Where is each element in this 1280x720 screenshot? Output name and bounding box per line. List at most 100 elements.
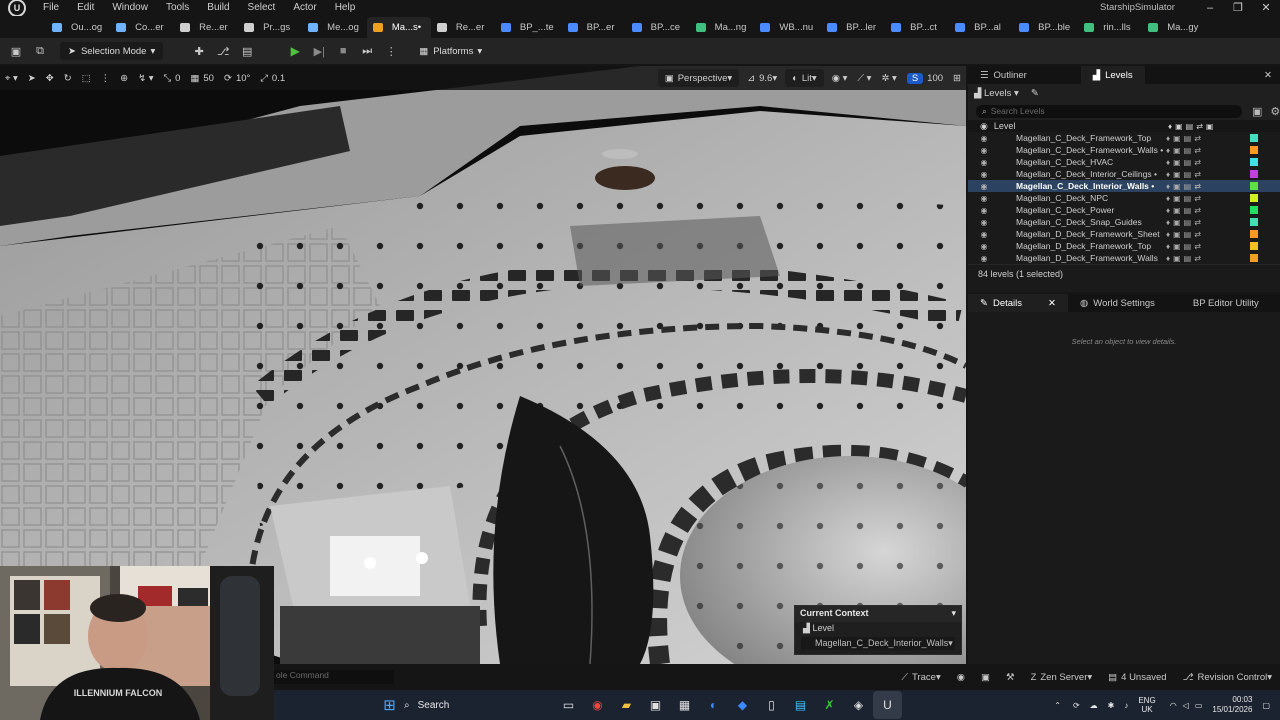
- asset-tab[interactable]: Re...er: [431, 17, 495, 38]
- level-color-swatch[interactable]: [1250, 230, 1258, 238]
- sync-icon[interactable]: ⟳: [1073, 701, 1080, 710]
- asset-tab[interactable]: BP...ce: [626, 17, 690, 38]
- asset-tab[interactable]: BP...ble: [1013, 17, 1078, 38]
- folder-icon[interactable]: ▣: [1252, 105, 1262, 118]
- cinematics-icon[interactable]: ▤: [235, 41, 259, 61]
- levels-search-input[interactable]: ⌕ Search Levels: [976, 104, 1242, 118]
- tray-chevron-icon[interactable]: ⌃: [1054, 701, 1061, 710]
- menu-window[interactable]: Window: [103, 0, 157, 16]
- tools-icon[interactable]: ⚒: [998, 672, 1023, 683]
- step-icon[interactable]: ▶|: [307, 41, 331, 61]
- level-color-swatch[interactable]: [1250, 254, 1258, 262]
- menu-actor[interactable]: Actor: [284, 0, 325, 16]
- settings-icon[interactable]: ✲ ▾: [876, 69, 901, 87]
- asset-tab[interactable]: Ma...ng: [690, 17, 755, 38]
- visibility-eye-icon[interactable]: ◉: [976, 146, 992, 155]
- notepad-icon[interactable]: ▯: [757, 691, 786, 719]
- zen-server-button[interactable]: Z Zen Server ▾: [1023, 672, 1101, 683]
- menu-select[interactable]: Select: [239, 0, 285, 16]
- asset-tab[interactable]: BP...al: [949, 17, 1013, 38]
- level-row[interactable]: ◉ Magellan_C_Deck_Power ♦▣▤⇄: [968, 204, 1280, 216]
- select-tool-icon[interactable]: ➤: [23, 69, 41, 87]
- show-flags-icon[interactable]: ◉ ▾: [827, 69, 853, 87]
- volume-icon[interactable]: ◁: [1183, 701, 1189, 710]
- world-local-icon[interactable]: ⊕: [115, 69, 133, 87]
- performance-icon[interactable]: ⟋ ▾: [852, 69, 876, 87]
- surface-snap-icon[interactable]: ↯ ▾: [133, 69, 158, 87]
- unsaved-button[interactable]: ▤ 4 Unsaved: [1100, 672, 1174, 683]
- asset-tab[interactable]: BP...ct: [885, 17, 949, 38]
- asset-tab[interactable]: rin...lls: [1078, 17, 1142, 38]
- minimize-icon[interactable]: –: [1196, 0, 1224, 16]
- asset-tab[interactable]: Ou...og: [46, 17, 110, 38]
- console-command-input[interactable]: ole Command: [274, 670, 394, 684]
- level-row[interactable]: ◉ Magellan_C_Deck_Interior_Walls • ♦▣▤⇄: [968, 180, 1280, 192]
- visibility-eye-icon[interactable]: ◉: [976, 134, 992, 143]
- platforms-button[interactable]: ▦ Platforms ▾: [411, 42, 490, 60]
- level-row-icons[interactable]: ♦▣▤⇄: [1166, 134, 1204, 143]
- git-icon[interactable]: ✗: [815, 691, 844, 719]
- level-color-swatch[interactable]: [1250, 182, 1258, 190]
- tab-levels[interactable]: ▟ Levels: [1080, 66, 1145, 84]
- menu-help[interactable]: Help: [326, 0, 365, 16]
- level-row-icons[interactable]: ♦▣▤⇄: [1166, 218, 1204, 227]
- level-row[interactable]: ◉ Magellan_D_Deck_Framework_Top ♦▣▤⇄: [968, 240, 1280, 252]
- unreal-logo-icon[interactable]: U: [8, 0, 26, 17]
- level-row-icons[interactable]: ♦▣▤⇄: [1166, 254, 1204, 263]
- translate-tool-icon[interactable]: ✥: [41, 69, 59, 87]
- asset-tab[interactable]: Re...er: [174, 17, 238, 38]
- restore-icon[interactable]: ❐: [1224, 0, 1252, 16]
- taskbar-search[interactable]: ⌕ Search: [404, 694, 552, 716]
- camera-speed-button[interactable]: S 100: [902, 69, 948, 87]
- menu-tools[interactable]: Tools: [157, 0, 198, 16]
- steam-icon[interactable]: ◈: [844, 691, 873, 719]
- asset-tab[interactable]: Me...og: [302, 17, 367, 38]
- asset-tab[interactable]: Ma...gy: [1142, 17, 1206, 38]
- close-window-icon[interactable]: ✕: [1252, 0, 1280, 16]
- launch-icon[interactable]: ⏭: [355, 41, 379, 61]
- visibility-eye-icon[interactable]: ◉: [976, 254, 992, 263]
- level-row[interactable]: ◉ Magellan_C_Deck_Framework_Top ♦▣▤⇄: [968, 132, 1280, 144]
- level-color-swatch[interactable]: [1250, 158, 1258, 166]
- windows-start-icon[interactable]: ⊞: [375, 691, 404, 719]
- close-tab-icon[interactable]: ✕: [1048, 298, 1056, 309]
- eye-icon[interactable]: ◉: [980, 121, 988, 132]
- play-icon[interactable]: ▶: [283, 41, 307, 61]
- level-row[interactable]: ◉ Magellan_C_Deck_HVAC ♦▣▤⇄: [968, 156, 1280, 168]
- asset-tab[interactable]: WB...nu: [754, 17, 821, 38]
- scale-snap-button[interactable]: ⤢ 0.1: [255, 69, 290, 87]
- visibility-eye-icon[interactable]: ◉: [976, 206, 992, 215]
- visibility-eye-icon[interactable]: ◉: [976, 158, 992, 167]
- context-level-select[interactable]: Magellan_C_Deck_Interior_Walls ▾: [801, 637, 955, 650]
- more-tools-icon[interactable]: ⋮: [96, 69, 116, 87]
- stop-icon[interactable]: ■: [331, 41, 355, 61]
- grid-snap-toggle[interactable]: ⤡ 0: [159, 69, 186, 87]
- level-row-icons[interactable]: ♦▣▤⇄: [1166, 206, 1204, 215]
- more-options-icon[interactable]: ⋮: [379, 41, 403, 61]
- edit-icon[interactable]: ✎: [1031, 88, 1039, 99]
- trace-button[interactable]: ⟋ Trace ▾: [893, 672, 948, 683]
- selection-mode-button[interactable]: ➤ Selection Mode ▾: [60, 42, 164, 60]
- menu-build[interactable]: Build: [198, 0, 238, 16]
- calculator-icon[interactable]: ▦: [670, 691, 699, 719]
- level-color-swatch[interactable]: [1250, 170, 1258, 178]
- bluetooth-icon[interactable]: ✱: [1108, 701, 1115, 710]
- visibility-eye-icon[interactable]: ◉: [976, 230, 992, 239]
- asset-tab[interactable]: Pr...gs: [238, 17, 302, 38]
- file-explorer-icon[interactable]: ▰: [612, 691, 641, 719]
- level-row-icons[interactable]: ♦▣▤⇄: [1166, 242, 1204, 251]
- level-color-swatch[interactable]: [1250, 134, 1258, 142]
- vscode-icon[interactable]: ◆: [728, 691, 757, 719]
- level-row[interactable]: ◉ Magellan_C_Deck_Framework_Walls • ♦▣▤⇄: [968, 144, 1280, 156]
- scale-tool-icon[interactable]: ⬚: [77, 69, 96, 87]
- levels-dropdown[interactable]: ▟ Levels ▾: [974, 88, 1019, 99]
- tab-bp-editor-utility[interactable]: BP Editor Utility: [1181, 294, 1271, 312]
- record-icon[interactable]: ◉: [949, 672, 973, 683]
- level-row-icons[interactable]: ♦▣▤⇄: [1166, 194, 1204, 203]
- rotate-tool-icon[interactable]: ↻: [59, 69, 77, 87]
- level-row[interactable]: ◉ Magellan_D_Deck_Framework_Walls ♦▣▤⇄: [968, 252, 1280, 264]
- level-color-swatch[interactable]: [1250, 146, 1258, 154]
- wifi-icon[interactable]: ◠: [1170, 701, 1177, 710]
- level-row-icons[interactable]: ♦▣▤⇄: [1166, 182, 1204, 191]
- asset-tab[interactable]: BP...er: [562, 17, 626, 38]
